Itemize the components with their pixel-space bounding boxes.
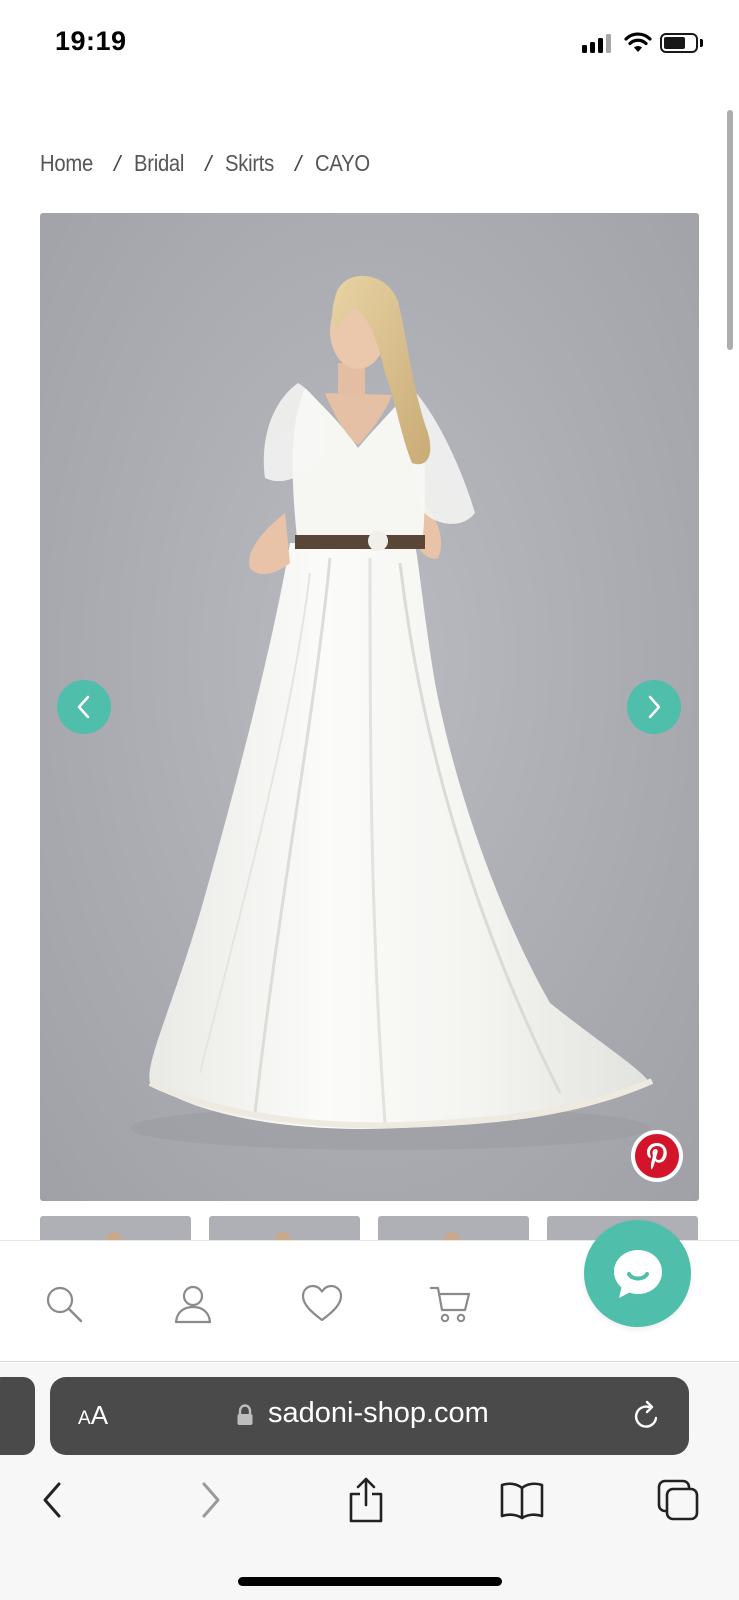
- search-button[interactable]: [42, 1282, 86, 1326]
- breadcrumb-bridal[interactable]: Bridal: [134, 150, 191, 177]
- breadcrumb-skirts[interactable]: Skirts: [225, 150, 281, 177]
- bookmarks-button[interactable]: [497, 1475, 547, 1525]
- text-size-large-a: A: [90, 1400, 109, 1430]
- wedding-dress-illustration: [130, 275, 654, 1150]
- chevron-left-icon: [43, 1482, 61, 1518]
- home-indicator[interactable]: [238, 1577, 502, 1586]
- pinterest-save-button[interactable]: [631, 1130, 683, 1182]
- cart-button[interactable]: [429, 1282, 473, 1326]
- gallery-next-button[interactable]: [627, 680, 681, 734]
- cart-icon: [429, 1286, 471, 1323]
- thumbnail[interactable]: [209, 1216, 360, 1240]
- thumbnail[interactable]: [40, 1216, 191, 1240]
- battery-icon: [660, 33, 698, 53]
- breadcrumb-home-label: Home: [40, 150, 93, 176]
- back-button[interactable]: [27, 1475, 77, 1525]
- share-icon: [349, 1477, 383, 1523]
- url-text: sadoni-shop.com: [268, 1397, 489, 1429]
- text-size-button[interactable]: AA: [78, 1400, 108, 1431]
- battery-cap: [700, 39, 703, 47]
- text-size-small-a: A: [78, 1408, 91, 1429]
- chevron-left-icon: [77, 695, 90, 719]
- product-image[interactable]: [40, 213, 699, 1201]
- thumbnail[interactable]: [378, 1216, 529, 1240]
- breadcrumb-separator: /: [295, 150, 302, 176]
- account-button[interactable]: [171, 1282, 215, 1326]
- chevron-right-icon: [202, 1482, 220, 1518]
- gallery-prev-button[interactable]: [57, 680, 111, 734]
- wishlist-button[interactable]: [300, 1282, 344, 1326]
- cellular-signal-icon: [582, 34, 611, 53]
- breadcrumb-separator: /: [205, 150, 212, 176]
- breadcrumb-separator: /: [114, 150, 121, 176]
- tabs-icon: [657, 1479, 699, 1521]
- page-scrollbar[interactable]: [727, 110, 733, 350]
- wishlist-heart-icon: [301, 1284, 343, 1322]
- address-bar[interactable]: AA sadoni-shop.com: [50, 1377, 689, 1455]
- breadcrumb-home[interactable]: Home: [40, 150, 100, 177]
- wifi-icon: [624, 32, 652, 52]
- previous-tab-peek[interactable]: [0, 1377, 35, 1455]
- reload-icon[interactable]: [632, 1399, 662, 1431]
- forward-button[interactable]: [186, 1475, 236, 1525]
- breadcrumb-current: CAYO: [315, 150, 377, 177]
- breadcrumb-skirts-label: Skirts: [225, 150, 275, 176]
- chat-bubble-icon: [613, 1249, 662, 1298]
- lock-icon: [237, 1404, 253, 1425]
- account-icon: [174, 1285, 212, 1324]
- bookmarks-book-icon: [500, 1482, 544, 1520]
- live-chat-button[interactable]: [584, 1220, 691, 1327]
- tabs-button[interactable]: [653, 1475, 703, 1525]
- status-bar: 19:19: [0, 0, 739, 90]
- status-time: 19:19: [55, 26, 127, 56]
- breadcrumb: Home / Bridal / Skirts / CAYO: [40, 150, 378, 177]
- breadcrumb-bridal-label: Bridal: [134, 150, 185, 176]
- share-button[interactable]: [341, 1475, 391, 1525]
- breadcrumb-current-label: CAYO: [315, 150, 371, 176]
- chevron-right-icon: [648, 695, 661, 719]
- pinterest-icon: [635, 1134, 679, 1178]
- search-icon: [46, 1286, 83, 1323]
